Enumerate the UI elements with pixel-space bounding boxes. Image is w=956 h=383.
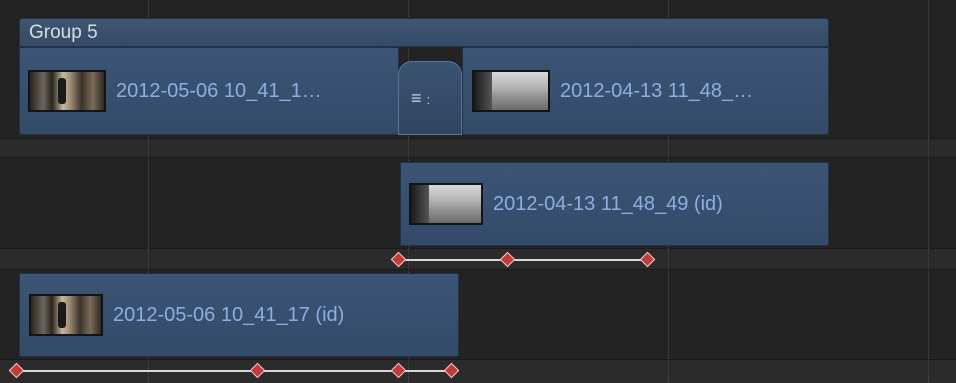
lane-divider: [0, 138, 956, 139]
clip-label: 2012-04-13 11_48_49 (id): [493, 192, 723, 215]
transition-handle[interactable]: ≡ :: [398, 61, 462, 135]
clip-label: 2012-05-06 10_41_17 (id): [113, 303, 345, 326]
lane-divider: [0, 157, 956, 158]
clip-low[interactable]: 2012-05-06 10_41_17 (id): [19, 273, 459, 357]
lane-divider: [0, 248, 956, 249]
clip-thumbnail: [409, 183, 483, 225]
lane-divider: [0, 359, 956, 360]
group-clip-a[interactable]: 2012-05-06 10_41_1…: [19, 47, 399, 135]
clip-mid[interactable]: 2012-04-13 11_48_49 (id): [400, 162, 829, 246]
group-header[interactable]: Group 5: [19, 18, 829, 47]
clip-label: 2012-04-13 11_48_…: [560, 79, 754, 102]
time-gridline: [928, 0, 929, 383]
clip-thumbnail: [29, 294, 103, 336]
transition-menu-icon[interactable]: ≡: [411, 88, 422, 108]
lane-divider: [0, 269, 956, 270]
keyframe-band-top: [0, 139, 956, 157]
transition-extra-glyph: :: [426, 92, 431, 107]
clip-thumbnail: [28, 70, 106, 112]
keyframe-curve-low: [17, 370, 453, 372]
clip-thumbnail: [472, 70, 550, 112]
keyframe-curve-mid: [399, 259, 649, 261]
group-clip-b[interactable]: 2012-04-13 11_48_…: [462, 47, 829, 135]
clip-label: 2012-05-06 10_41_1…: [116, 79, 322, 102]
